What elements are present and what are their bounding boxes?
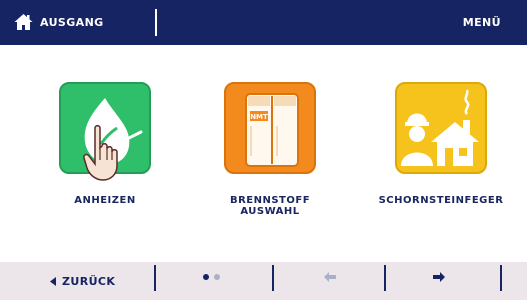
menu-button[interactable]: MENÜ [447,0,527,45]
prev-page-button[interactable] [276,262,384,300]
tile-label: ANHEIZEN [74,195,136,206]
page-dot-active [203,274,209,280]
fuel-brand-label: NMT [250,113,268,121]
home-icon [14,14,33,30]
arrow-right-icon [433,272,445,282]
top-bar: AUSGANG MENÜ [0,0,527,45]
home-label: AUSGANG [40,16,104,29]
back-label: ZURÜCK [62,275,116,288]
next-page-button[interactable] [388,262,500,300]
tile-label: SCHORNSTEINFEGER [378,195,504,206]
hand-cursor-icon [83,125,118,181]
chimney-sweep-icon [395,82,487,174]
divider [155,9,157,36]
divider [154,265,156,291]
divider [500,265,502,291]
page-dot [214,274,220,280]
divider [272,265,274,291]
arrow-left-icon [324,272,336,282]
tile-label: BRENNSTOFF AUSWAHL [229,195,311,217]
bottom-bar: ZURÜCK [0,262,527,300]
menu-label: MENÜ [462,16,501,29]
tile-schornsteinfeger[interactable]: SCHORNSTEINFEGER [361,82,521,232]
tile-brennstoff-auswahl[interactable]: NMT BRENNSTOFF AUSWAHL [190,82,350,232]
back-arrow-icon [50,277,56,286]
fuel-bag-icon: NMT [224,82,316,174]
tile-anheizen[interactable]: ANHEIZEN [25,82,185,232]
page-indicator [158,262,272,300]
divider [384,265,386,291]
home-button[interactable]: AUSGANG [0,0,150,45]
back-button[interactable]: ZURÜCK [0,262,154,300]
